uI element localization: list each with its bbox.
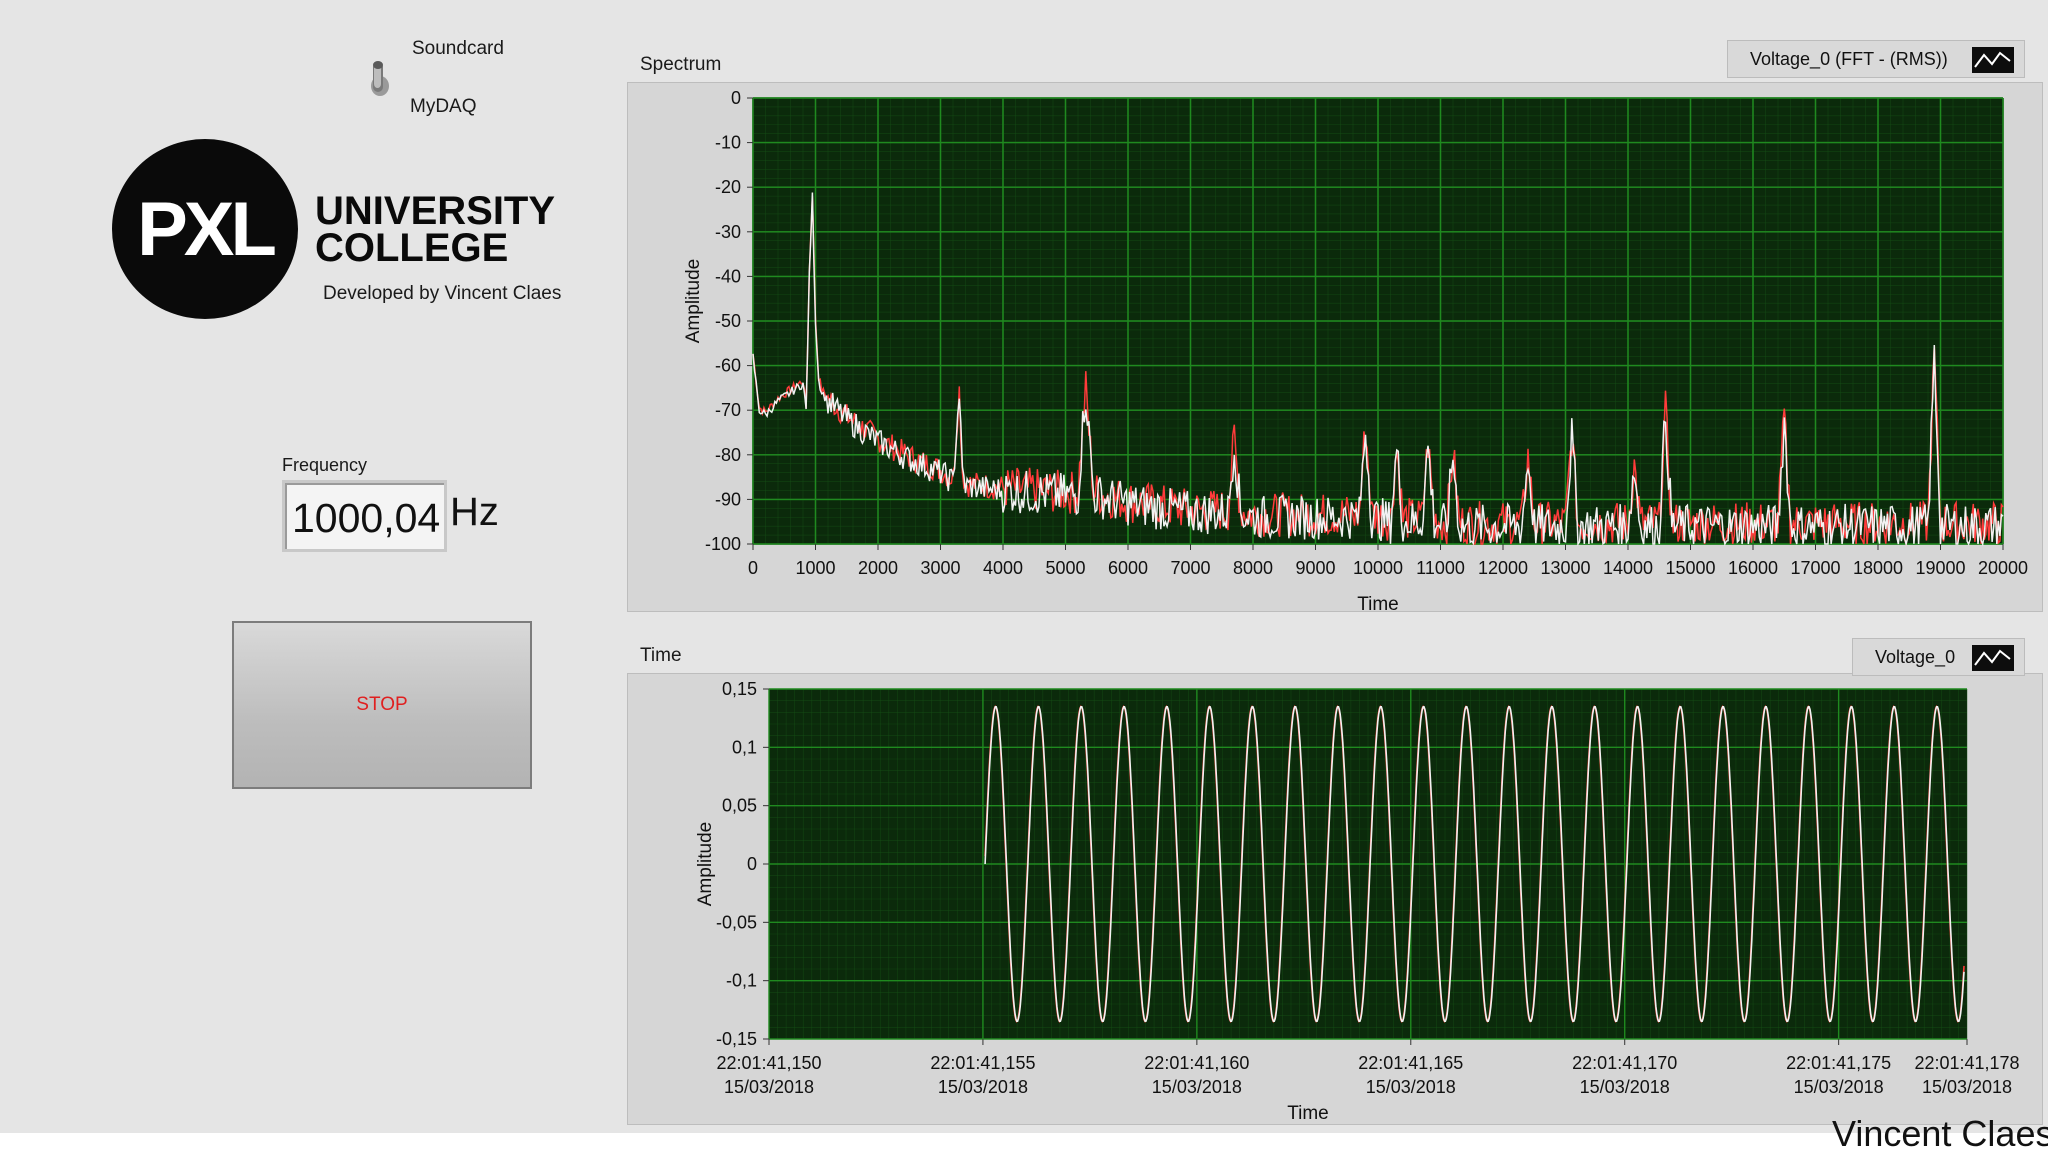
time-chart[interactable]: 0,15 0,1 0,05 0 -0,05 -0,1 -0,15 22:01:41,150 15… [627,673,2043,1125]
plot-line-icon [1972,47,2014,73]
spectrum-legend-label: Voltage_0 (FFT - (RMS)) [1750,48,1948,69]
time-x-tick-label: 22:01:41,170 [1572,1053,1677,1073]
frequency-label: Frequency [282,455,368,475]
spectrum-legend[interactable]: Voltage_0 (FFT - (RMS)) [1727,40,2025,78]
spectrum-y-tick-label: -20 [715,177,741,197]
developer-credit: Developed by Vincent Claes [323,283,562,304]
spectrum-x-tick-label: 6000 [1108,558,1148,578]
time-y-tick-label: 0,15 [722,679,757,699]
time-legend[interactable]: Voltage_0 [1852,638,2025,676]
time-x-tick-label: 22:01:41,150 [716,1053,821,1073]
time-y-tick-label: -0,1 [726,971,757,991]
spectrum-x-tick-label: 15000 [1665,558,1715,578]
logo-university-text: UNIVERSITY [315,189,556,233]
spectrum-x-tick-label: 19000 [1915,558,1965,578]
spectrum-x-tick-label: 4000 [983,558,1023,578]
time-x-tick-date: 15/03/2018 [1922,1077,2012,1097]
frequency-unit: Hz [450,490,499,534]
author-footer: Vincent Claes [1832,1113,2048,1154]
time-y-tick-label: 0,05 [722,796,757,816]
spectrum-chart[interactable]: 0 1000 2000 3000 4000 5000 6000 7000 8000 9000 100… [627,82,2043,612]
time-x-tick-date: 15/03/2018 [1794,1077,1884,1097]
spectrum-x-tick-label: 1000 [795,558,835,578]
time-x-tick-label: 22:01:41,165 [1358,1053,1463,1073]
switch-label-mydaq: MyDAQ [410,96,477,117]
time-y-tick-label: -0,15 [716,1029,757,1049]
time-y-tick-label: 0,1 [732,737,757,757]
spectrum-x-tick-label: 18000 [1853,558,1903,578]
time-y-tick-label: -0,05 [716,912,757,932]
spectrum-x-tick-label: 13000 [1540,558,1590,578]
time-x-tick-date: 15/03/2018 [1366,1077,1456,1097]
time-x-tick-date: 15/03/2018 [1580,1077,1670,1097]
frequency-value: 1000,04 [292,495,441,541]
time-y-axis-label: Amplitude [695,822,716,907]
spectrum-x-tick-label: 7000 [1170,558,1210,578]
toggle-switch-icon [371,61,389,96]
switch-label-soundcard: Soundcard [412,38,504,59]
stop-button[interactable]: STOP [232,621,532,789]
spectrum-y-tick-label: -40 [715,266,741,286]
logo-college-text: COLLEGE [315,226,509,270]
spectrum-y-axis-label: Amplitude [683,259,704,344]
spectrum-x-tick-label: 2000 [858,558,898,578]
time-x-tick-label: 22:01:41,175 [1786,1053,1891,1073]
spectrum-y-tick-label: -30 [715,222,741,242]
time-y-tick-label: 0 [747,854,757,874]
spectrum-x-axis-label: Time [1357,594,1399,612]
spectrum-x-tick-label: 8000 [1233,558,1273,578]
time-x-tick-label: 22:01:41,155 [930,1053,1035,1073]
spectrum-y-tick-label: -90 [715,489,741,509]
time-graph-title: Time [640,645,682,666]
spectrum-y-tick-label: -60 [715,356,741,376]
spectrum-x-tick-label: 9000 [1295,558,1335,578]
spectrum-x-tick-label: 16000 [1728,558,1778,578]
spectrum-y-tick-label: -10 [715,133,741,153]
source-toggle-switch[interactable] [368,58,390,98]
time-x-tick-date: 15/03/2018 [724,1077,814,1097]
spectrum-x-tick-label: 12000 [1478,558,1528,578]
spectrum-graph-title: Spectrum [640,54,722,75]
time-x-tick-label: 22:01:41,178 [1914,1053,2019,1073]
spectrum-x-tick-label: 0 [748,558,758,578]
stop-button-label: STOP [356,694,408,715]
spectrum-y-tick-label: -100 [705,534,741,554]
spectrum-x-tick-label: 3000 [920,558,960,578]
time-x-tick-label: 22:01:41,160 [1144,1053,1249,1073]
spectrum-x-tick-label: 14000 [1603,558,1653,578]
time-x-tick-date: 15/03/2018 [938,1077,1028,1097]
pxl-logo-mark: PXL [137,186,277,272]
plot-line-icon [1972,645,2014,671]
time-x-tick-date: 15/03/2018 [1152,1077,1242,1097]
spectrum-x-tick-label: 17000 [1790,558,1840,578]
spectrum-y-tick-label: -70 [715,400,741,420]
time-x-axis-label: Time [1287,1103,1329,1124]
spectrum-y-tick-label: -50 [715,311,741,331]
spectrum-x-tick-label: 20000 [1978,558,2028,578]
spectrum-x-tick-label: 11000 [1416,558,1465,578]
spectrum-y-tick-label: 0 [731,88,741,108]
time-legend-label: Voltage_0 [1875,646,1956,667]
spectrum-x-tick-label: 10000 [1353,558,1403,578]
spectrum-y-tick-label: -80 [715,445,741,465]
spectrum-x-tick-label: 5000 [1045,558,1085,578]
